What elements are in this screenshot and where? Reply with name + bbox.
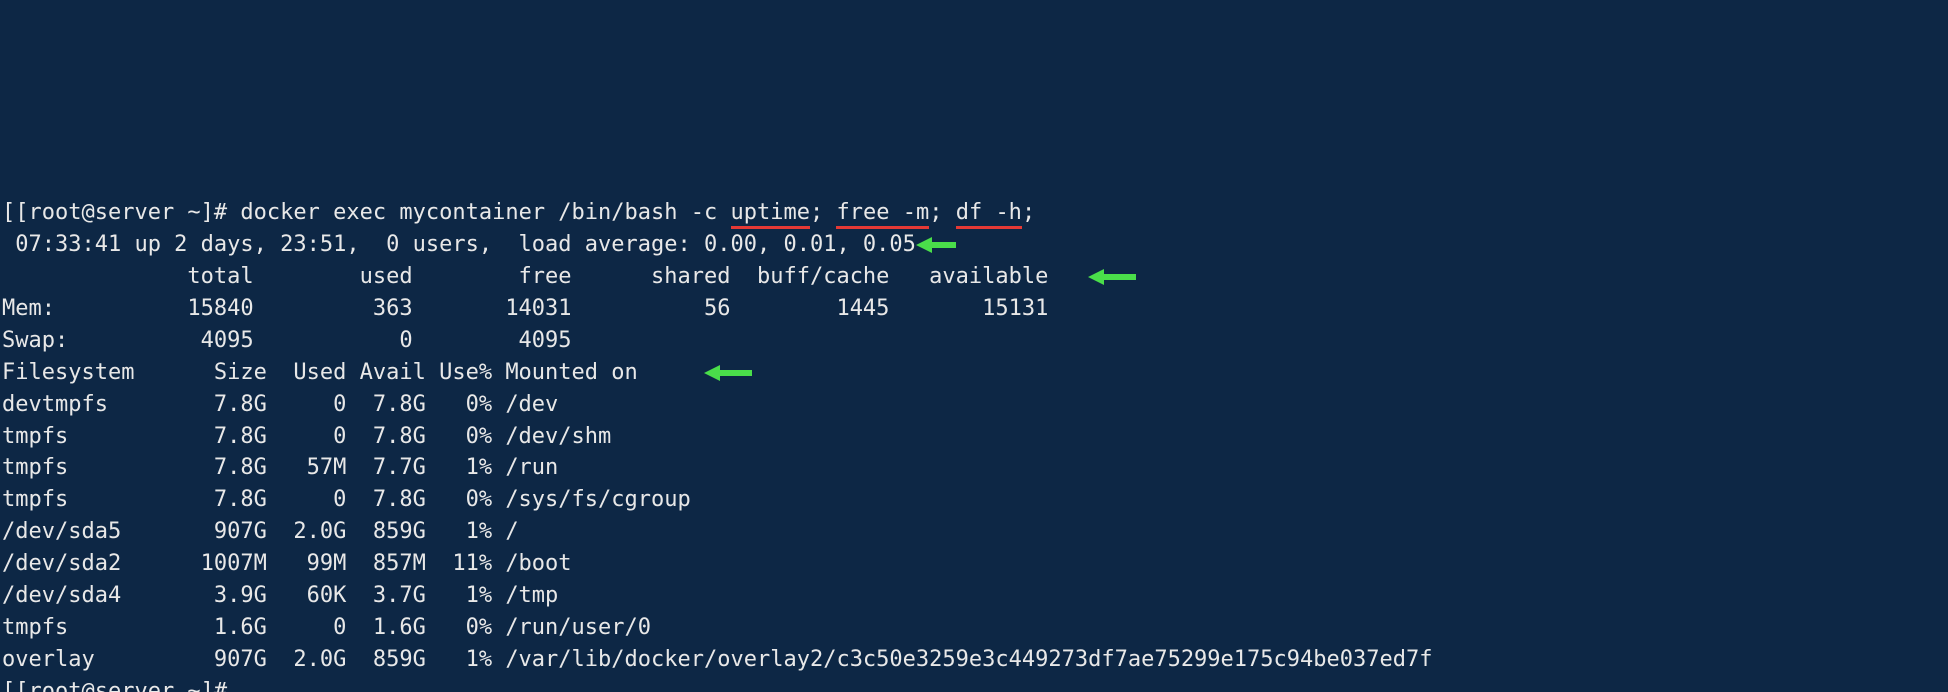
arrow-left-icon bbox=[1088, 267, 1136, 287]
arrow-left-icon bbox=[704, 363, 752, 383]
df-row: tmpfs 7.8G 0 7.8G 0% /dev/shm bbox=[2, 424, 611, 449]
df-row: /dev/sda5 907G 2.0G 859G 1% / bbox=[2, 519, 519, 544]
cmd-sep: ; bbox=[929, 200, 956, 225]
df-row: tmpfs 7.8G 57M 7.7G 1% /run bbox=[2, 455, 558, 480]
shell-prompt[interactable]: [[root@server ~]# bbox=[2, 679, 227, 692]
free-header: total used free shared buff/cache availa… bbox=[2, 264, 1048, 289]
df-row: overlay 907G 2.0G 859G 1% /var/lib/docke… bbox=[2, 647, 1432, 672]
df-row: tmpfs 1.6G 0 1.6G 0% /run/user/0 bbox=[2, 615, 651, 640]
cmd-uptime: uptime bbox=[731, 200, 810, 229]
uptime-output: 07:33:41 up 2 days, 23:51, 0 users, load… bbox=[2, 232, 916, 257]
df-row: /dev/sda4 3.9G 60K 3.7G 1% /tmp bbox=[2, 583, 558, 608]
arrow-left-icon bbox=[916, 235, 956, 255]
cmd-tail: ; bbox=[1022, 200, 1035, 225]
free-swap-row: Swap: 4095 0 4095 bbox=[2, 328, 572, 353]
cmd-df: df -h bbox=[956, 200, 1022, 229]
df-header: Filesystem Size Used Avail Use% Mounted … bbox=[2, 360, 638, 385]
df-row: /dev/sda2 1007M 99M 857M 11% /boot bbox=[2, 551, 572, 576]
shell-prompt[interactable]: [[root@server ~]# bbox=[2, 200, 240, 225]
df-row: devtmpfs 7.8G 0 7.8G 0% /dev bbox=[2, 392, 558, 417]
cmd-sep: ; bbox=[810, 200, 837, 225]
command-text: docker exec mycontainer /bin/bash -c bbox=[240, 200, 730, 225]
terminal-output: [[root@server ~]# docker exec mycontaine… bbox=[0, 159, 1948, 692]
cmd-free: free -m bbox=[836, 200, 929, 229]
df-row: tmpfs 7.8G 0 7.8G 0% /sys/fs/cgroup bbox=[2, 487, 691, 512]
free-mem-row: Mem: 15840 363 14031 56 1445 15131 bbox=[2, 296, 1048, 321]
